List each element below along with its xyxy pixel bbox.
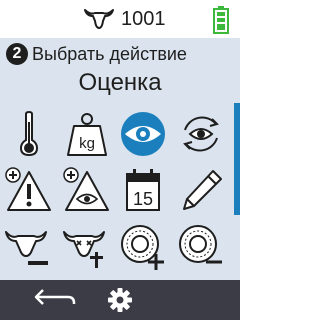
tag-remove-icon (179, 225, 222, 264)
action-remove-tag[interactable] (176, 222, 226, 270)
calendar-icon: 15 (126, 169, 160, 211)
eye-icon (121, 112, 165, 156)
status-bar: 1001 (0, 0, 240, 38)
scrollbar[interactable] (234, 103, 240, 215)
action-edit[interactable] (176, 166, 226, 214)
action-add-tag[interactable] (118, 222, 168, 270)
action-death[interactable] (62, 222, 112, 270)
back-button[interactable] (28, 284, 80, 316)
eye-repeat-icon (183, 116, 219, 152)
animal-id: 1001 (121, 8, 166, 30)
step-number-badge: 2 (6, 43, 28, 65)
thermometer-icon (19, 110, 39, 157)
action-remove-animal[interactable] (4, 222, 54, 270)
action-add-observation-alert[interactable] (62, 166, 112, 214)
eye-warning-add-icon (63, 167, 109, 211)
action-calendar[interactable]: 15 (118, 166, 168, 214)
warning-add-icon (5, 167, 51, 211)
back-icon (34, 289, 76, 305)
battery-full-icon (213, 6, 229, 34)
action-add-alert[interactable] (4, 166, 54, 214)
action-observe[interactable] (118, 110, 168, 158)
weight-kg-icon: kg (67, 113, 107, 156)
action-weigh[interactable]: kg (62, 110, 112, 158)
pencil-icon (183, 170, 222, 210)
action-observe-repeat[interactable] (176, 110, 226, 158)
settings-button[interactable] (104, 284, 136, 316)
gear-icon (108, 288, 132, 312)
page-title: Оценка (78, 69, 162, 96)
svg-text:15: 15 (133, 189, 153, 209)
svg-text:kg: kg (79, 135, 95, 152)
action-temperature[interactable] (4, 110, 54, 158)
cow-icon (84, 9, 114, 29)
step-label: Выбрать действие (32, 44, 187, 64)
tag-add-icon (121, 225, 164, 270)
cow-dead-icon (63, 231, 105, 268)
cow-remove-icon (5, 231, 48, 265)
